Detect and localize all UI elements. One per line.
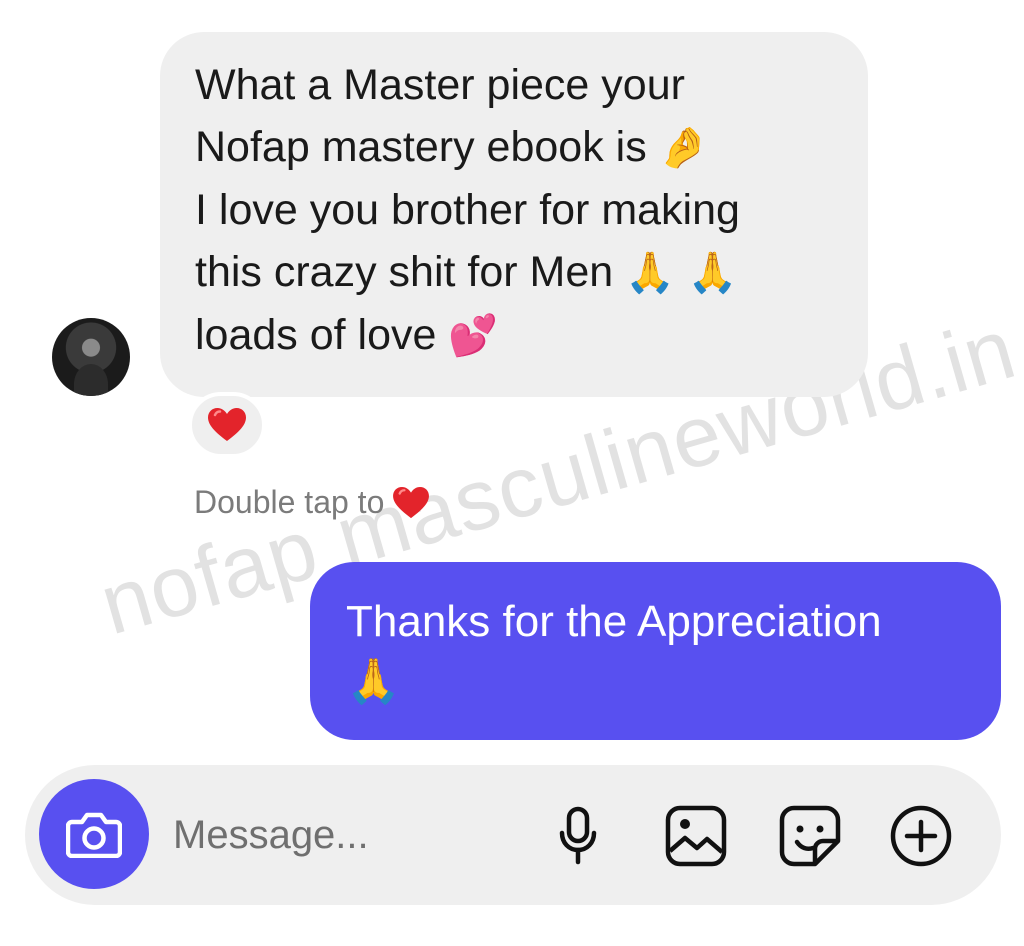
sticker-button[interactable] [777,803,843,869]
gallery-button[interactable] [663,803,729,869]
message-input[interactable] [173,803,533,867]
message-line: this crazy shit for Men 🙏 🙏 [195,248,738,296]
message-line: Thanks for the Appreciation [346,597,882,646]
camera-icon [66,812,122,858]
double-tap-hint: Double tap to [194,484,430,521]
microphone-icon [559,806,597,865]
hint-text: Double tap to [194,484,385,520]
sent-message-bubble[interactable]: Thanks for the Appreciation 🙏 [310,562,1001,740]
message-line: Nofap mastery ebook is 🤌 [195,123,709,171]
message-line: What a Master piece your [195,61,685,109]
plus-circle-icon [890,805,952,867]
camera-button[interactable] [39,779,149,889]
message-composer [25,765,1001,905]
heart-icon [393,486,430,518]
received-message-bubble[interactable]: What a Master piece your Nofap mastery e… [160,32,868,397]
avatar[interactable] [52,318,130,396]
heart-icon [208,408,246,441]
folded-hands-emoji: 🙏 [346,656,401,707]
voice-message-button[interactable] [545,803,611,869]
message-line: I love you brother for making [195,186,740,234]
sticker-icon [779,805,841,867]
reaction-heart-badge[interactable] [188,392,266,458]
folded-hands-emoji: 🙏 🙏 [625,250,738,296]
gallery-icon [665,805,727,867]
two-hearts-emoji: 💕 [448,313,499,359]
message-line: loads of love 💕 [195,311,499,359]
more-options-button[interactable] [888,803,954,869]
pinched-fingers-emoji: 🤌 [658,125,709,171]
